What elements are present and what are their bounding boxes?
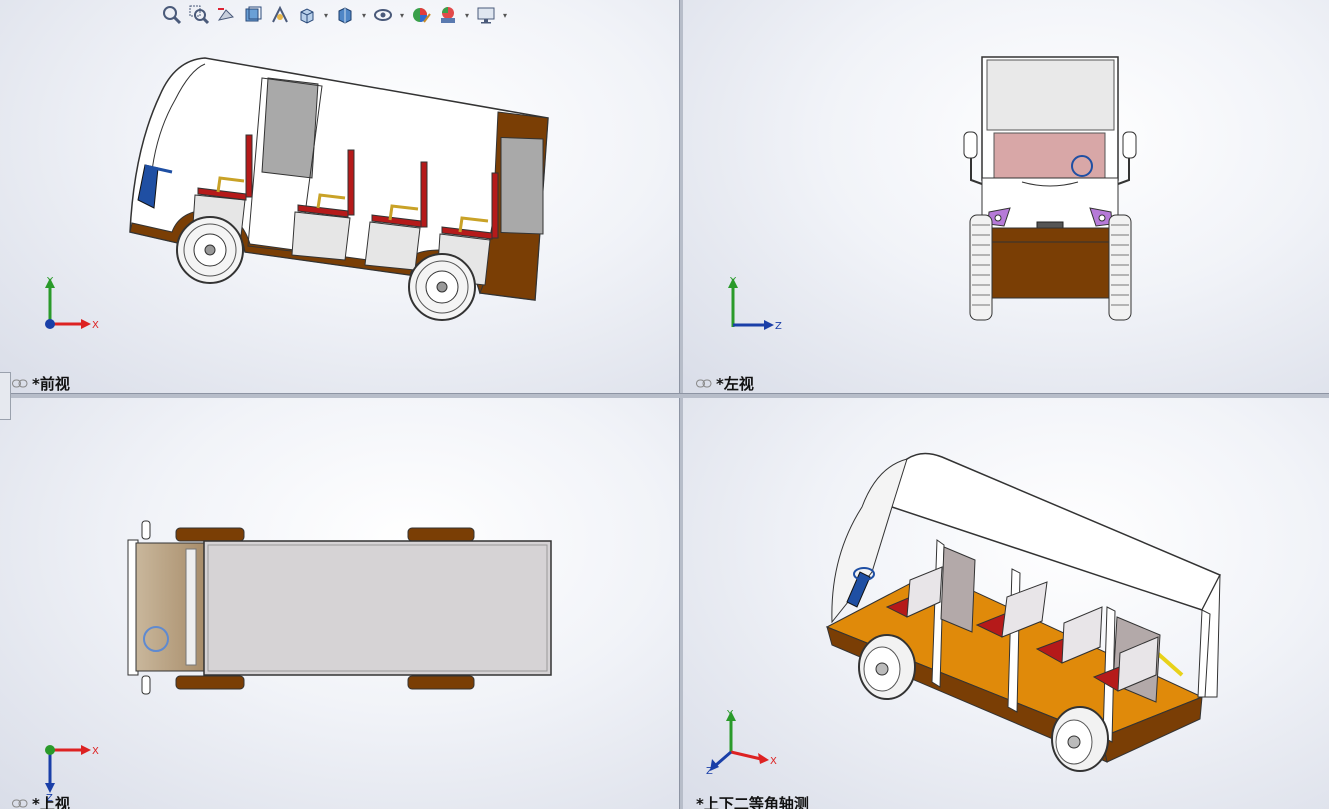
y-axis-label: Y [46, 276, 54, 287]
reference-triad: Y X [45, 276, 99, 331]
viewport-title: *上下二等角轴测 [696, 795, 809, 809]
vertical-viewport-splitter[interactable] [679, 0, 683, 809]
rear-wheel [1051, 706, 1109, 772]
viewport-title: *上视 [32, 795, 70, 809]
reference-triad: X Z [45, 745, 99, 801]
x-axis-label: X [92, 320, 99, 331]
front-wheel [858, 634, 916, 700]
bus-isometric [825, 452, 1222, 772]
rear-wheel [408, 253, 476, 321]
viewport-iso[interactable]: Y X Z *上下二等角轴测 [682, 397, 1329, 809]
viewport-top[interactable]: X Z *上视 [0, 397, 679, 809]
front-wheel [176, 216, 244, 284]
link-icon [12, 799, 28, 808]
bus-front-face [963, 56, 1137, 321]
bus-roof-top [127, 520, 552, 695]
viewport-label-iso: *上下二等角轴测 [696, 793, 809, 809]
link-icon [696, 379, 712, 388]
viewport-label-top: *上视 [12, 793, 70, 809]
viewport-label-left: *左视 [696, 373, 754, 393]
x-axis-label: X [770, 756, 777, 767]
z-axis-label: Z [706, 766, 713, 777]
panel-collapse-handle[interactable] [0, 372, 11, 420]
viewport-title: *左视 [716, 375, 754, 393]
viewport-front[interactable]: ▾ ▾ ▾ ▾ ▾ Y X *前视 [0, 0, 679, 393]
reference-triad: Y Z [728, 276, 782, 332]
viewport-title: *前视 [32, 375, 70, 393]
horizontal-viewport-splitter[interactable] [0, 393, 1329, 398]
z-axis-label: Z [775, 321, 782, 332]
y-axis-label: Y [729, 276, 737, 287]
link-icon [12, 379, 28, 388]
y-axis-label: Y [726, 709, 734, 720]
viewport-label-front: *前视 [12, 373, 70, 393]
viewport-left[interactable]: Y Z *左视 [682, 0, 1329, 393]
reference-triad: Y X Z [706, 709, 777, 777]
x-axis-label: X [92, 746, 99, 757]
